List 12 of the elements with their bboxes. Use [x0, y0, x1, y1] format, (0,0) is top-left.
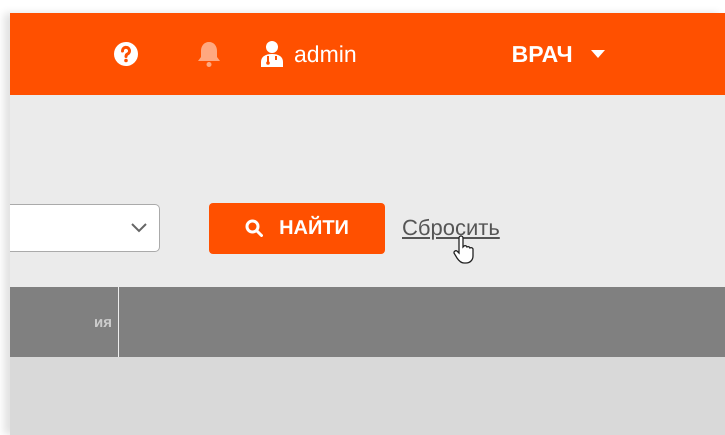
doctor-icon: [260, 40, 284, 68]
help-icon[interactable]: [113, 41, 139, 67]
bell-icon[interactable]: [196, 40, 222, 68]
search-icon: [245, 219, 264, 237]
column-header: ия: [94, 314, 112, 330]
user-name: admin: [294, 40, 357, 68]
caret-icon: [590, 50, 605, 58]
role-dropdown[interactable]: ВРАЧ: [512, 40, 605, 68]
chevron-icon: [131, 223, 147, 233]
select-field[interactable]: [10, 204, 160, 252]
reset-link[interactable]: Сбросить: [402, 215, 500, 241]
search-button[interactable]: НАЙТИ: [209, 202, 385, 254]
